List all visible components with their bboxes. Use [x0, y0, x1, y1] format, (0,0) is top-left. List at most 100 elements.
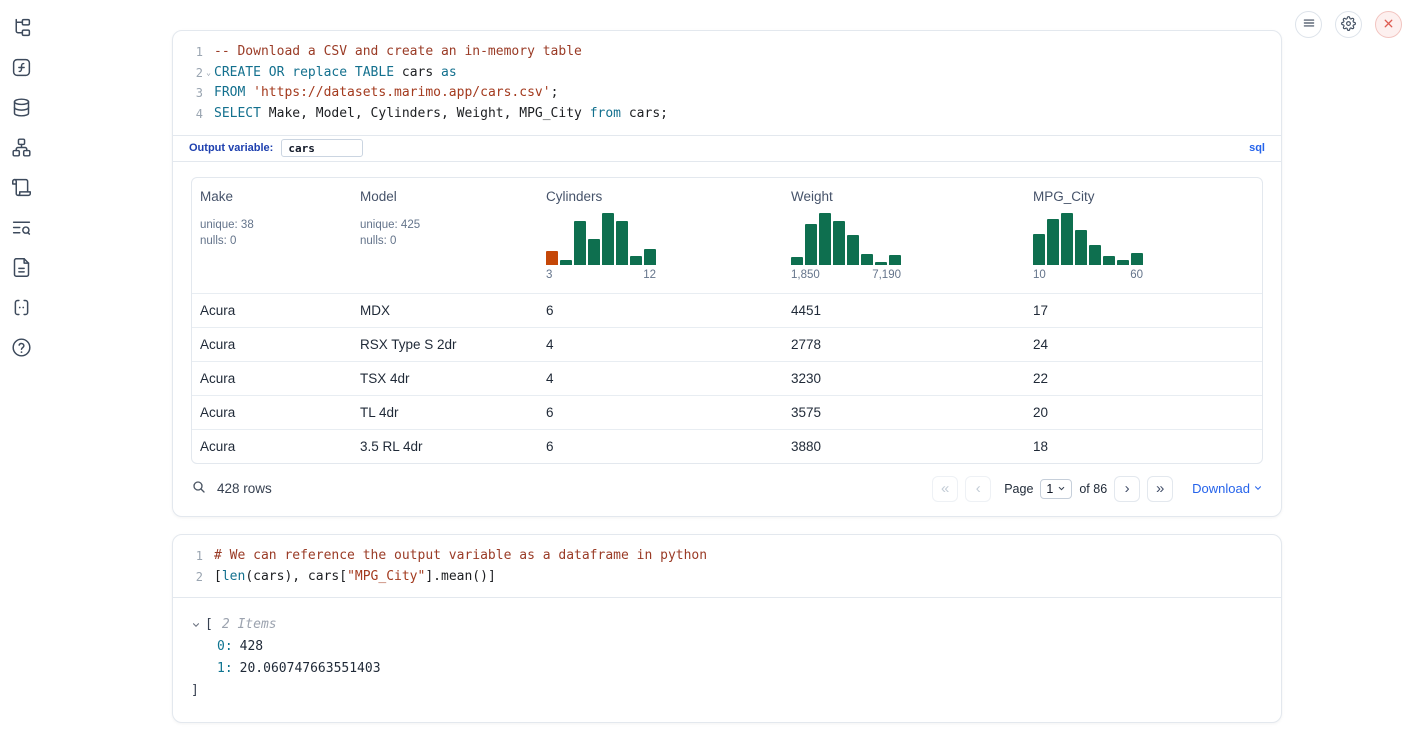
- histogram-bar: [791, 257, 803, 265]
- column-header-Cylinders[interactable]: Cylinders312: [538, 178, 783, 294]
- table-cell: 6: [538, 395, 783, 429]
- sidebar-button-list-search[interactable]: [8, 216, 34, 242]
- settings-button[interactable]: [1335, 11, 1362, 38]
- column-name: Weight: [791, 189, 1017, 204]
- histogram-axis: 1060: [1033, 269, 1143, 281]
- code-line: 2[len(cars), cars["MPG_City"].mean()]: [173, 567, 1267, 588]
- function-icon: [11, 57, 32, 81]
- histogram-bar: [889, 255, 901, 265]
- sidebar-button-dependency-graph[interactable]: [8, 136, 34, 162]
- chevron-down-icon: [1253, 481, 1263, 496]
- sidebar-button-snippets[interactable]: [8, 296, 34, 322]
- last-page-button[interactable]: »: [1147, 476, 1173, 502]
- next-page-button[interactable]: ›: [1114, 476, 1140, 502]
- fold-gutter: [203, 42, 214, 63]
- prev-page-button[interactable]: ‹: [965, 476, 991, 502]
- page-select-value: 1: [1046, 482, 1053, 496]
- histogram-bar: [574, 221, 586, 265]
- tree-value: 20.060747663551403: [240, 658, 381, 680]
- download-button[interactable]: Download: [1192, 481, 1263, 496]
- histogram-bar: [1075, 230, 1087, 265]
- data-table: Makeunique: 38nulls: 0 Model unique: 425nu…: [191, 177, 1263, 464]
- fold-chevron-icon[interactable]: ⌄: [203, 63, 214, 84]
- column-stats: unique: 425nulls: 0: [360, 217, 530, 250]
- fold-gutter: [203, 104, 214, 125]
- histogram-bar: [875, 262, 887, 265]
- column-header-Weight[interactable]: Weight 1,8507,190: [783, 178, 1025, 294]
- table-cell: Acura: [192, 327, 352, 361]
- sidebar-button-database[interactable]: [8, 96, 34, 122]
- column-histogram: 1,8507,190: [791, 213, 901, 281]
- sidebar-button-file-tree[interactable]: [8, 16, 34, 42]
- top-right-controls: [1295, 11, 1402, 38]
- output-variable-input[interactable]: [281, 139, 363, 157]
- table-search-button[interactable]: [191, 479, 207, 498]
- table-cell: 22: [1025, 361, 1262, 395]
- close-bracket: ]: [191, 680, 199, 702]
- histogram-axis: 1,8507,190: [791, 269, 901, 281]
- code-line: 1-- Download a CSV and create an in-memo…: [173, 42, 1267, 63]
- first-page-button[interactable]: «: [932, 476, 958, 502]
- table-cell: 18: [1025, 429, 1262, 463]
- column-header-Model[interactable]: Model unique: 425nulls: 0: [352, 178, 538, 294]
- sidebar-button-scroll[interactable]: [8, 176, 34, 202]
- column-name: Make: [200, 189, 344, 204]
- code-line: 2⌄CREATE OR replace TABLE cars as: [173, 63, 1267, 84]
- histogram-bar: [616, 221, 628, 265]
- table-cell: 6: [538, 293, 783, 327]
- sql-cell: 1-- Download a CSV and create an in-memo…: [172, 30, 1282, 517]
- histogram-bar: [861, 254, 873, 265]
- sidebar-button-function[interactable]: [8, 56, 34, 82]
- code-text: [len(cars), cars["MPG_City"].mean()]: [214, 567, 496, 588]
- output-variable-label: Output variable:: [189, 142, 273, 154]
- tree-value: 428: [240, 636, 263, 658]
- histogram-bar: [1033, 234, 1045, 265]
- table-row[interactable]: AcuraMDX6445117: [192, 293, 1262, 327]
- histogram-bar: [560, 260, 572, 265]
- sidebar-button-document[interactable]: [8, 256, 34, 282]
- histogram-bar: [1117, 260, 1129, 265]
- scroll-icon: [11, 177, 32, 201]
- table-row[interactable]: Acura3.5 RL 4dr6388018: [192, 429, 1262, 463]
- histogram-bar: [1103, 256, 1115, 265]
- histogram-bar: [588, 239, 600, 265]
- sql-code-editor[interactable]: 1-- Download a CSV and create an in-memo…: [173, 31, 1281, 135]
- collapse-chevron-icon[interactable]: [191, 620, 205, 630]
- column-header-Make[interactable]: Makeunique: 38nulls: 0: [192, 178, 352, 294]
- menu-button[interactable]: [1295, 11, 1322, 38]
- line-number: 4: [173, 104, 203, 125]
- close-button[interactable]: [1375, 11, 1402, 38]
- table-cell: TSX 4dr: [352, 361, 538, 395]
- table-row[interactable]: AcuraTSX 4dr4323022: [192, 361, 1262, 395]
- table-cell: Acura: [192, 429, 352, 463]
- code-text: SELECT Make, Model, Cylinders, Weight, M…: [214, 104, 668, 125]
- column-name: MPG_City: [1033, 189, 1254, 204]
- chevron-down-icon: [1057, 482, 1066, 496]
- open-bracket: [: [205, 614, 213, 636]
- histogram-bar: [546, 251, 558, 265]
- table-cell: MDX: [352, 293, 538, 327]
- python-code-editor[interactable]: 1# We can reference the output variable …: [173, 535, 1281, 597]
- column-header-MPG_City[interactable]: MPG_City 1060: [1025, 178, 1262, 294]
- tree-key: 0:: [217, 636, 233, 658]
- row-count: 428 rows: [217, 481, 272, 496]
- histogram-bar: [630, 256, 642, 265]
- column-name: Model: [360, 189, 530, 204]
- tree-entry: 1:20.060747663551403: [191, 658, 1263, 680]
- notebook: 1-- Download a CSV and create an in-memo…: [172, 30, 1282, 723]
- table-cell: 20: [1025, 395, 1262, 429]
- histogram-bar: [602, 213, 614, 265]
- table-row[interactable]: AcuraRSX Type S 2dr4277824: [192, 327, 1262, 361]
- sidebar-button-help[interactable]: [8, 336, 34, 362]
- file-tree-icon: [11, 17, 32, 41]
- histogram-axis: 312: [546, 269, 656, 281]
- histogram-bar: [1089, 245, 1101, 265]
- fold-gutter: [203, 567, 214, 588]
- table-row[interactable]: AcuraTL 4dr6357520: [192, 395, 1262, 429]
- column-histogram: 1060: [1033, 213, 1143, 281]
- dependency-graph-icon: [11, 137, 32, 161]
- line-number: 3: [173, 83, 203, 104]
- page-select[interactable]: 1: [1040, 479, 1072, 499]
- table-cell: 6: [538, 429, 783, 463]
- items-count-label: 2 Items: [222, 614, 277, 636]
